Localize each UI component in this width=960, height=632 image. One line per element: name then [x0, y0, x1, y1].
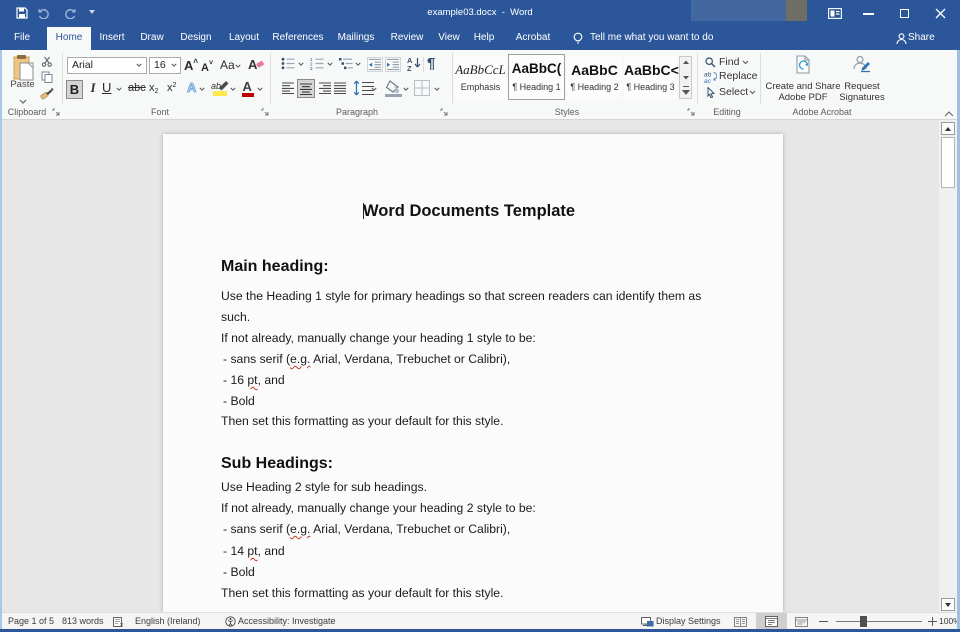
svg-text:x: x: [120, 622, 124, 628]
svg-text:A: A: [243, 79, 253, 94]
svg-text:ac: ac: [704, 78, 712, 83]
svg-text:ab: ab: [211, 81, 221, 91]
svg-text:Z: Z: [407, 64, 412, 71]
svg-text:3: 3: [310, 66, 313, 70]
